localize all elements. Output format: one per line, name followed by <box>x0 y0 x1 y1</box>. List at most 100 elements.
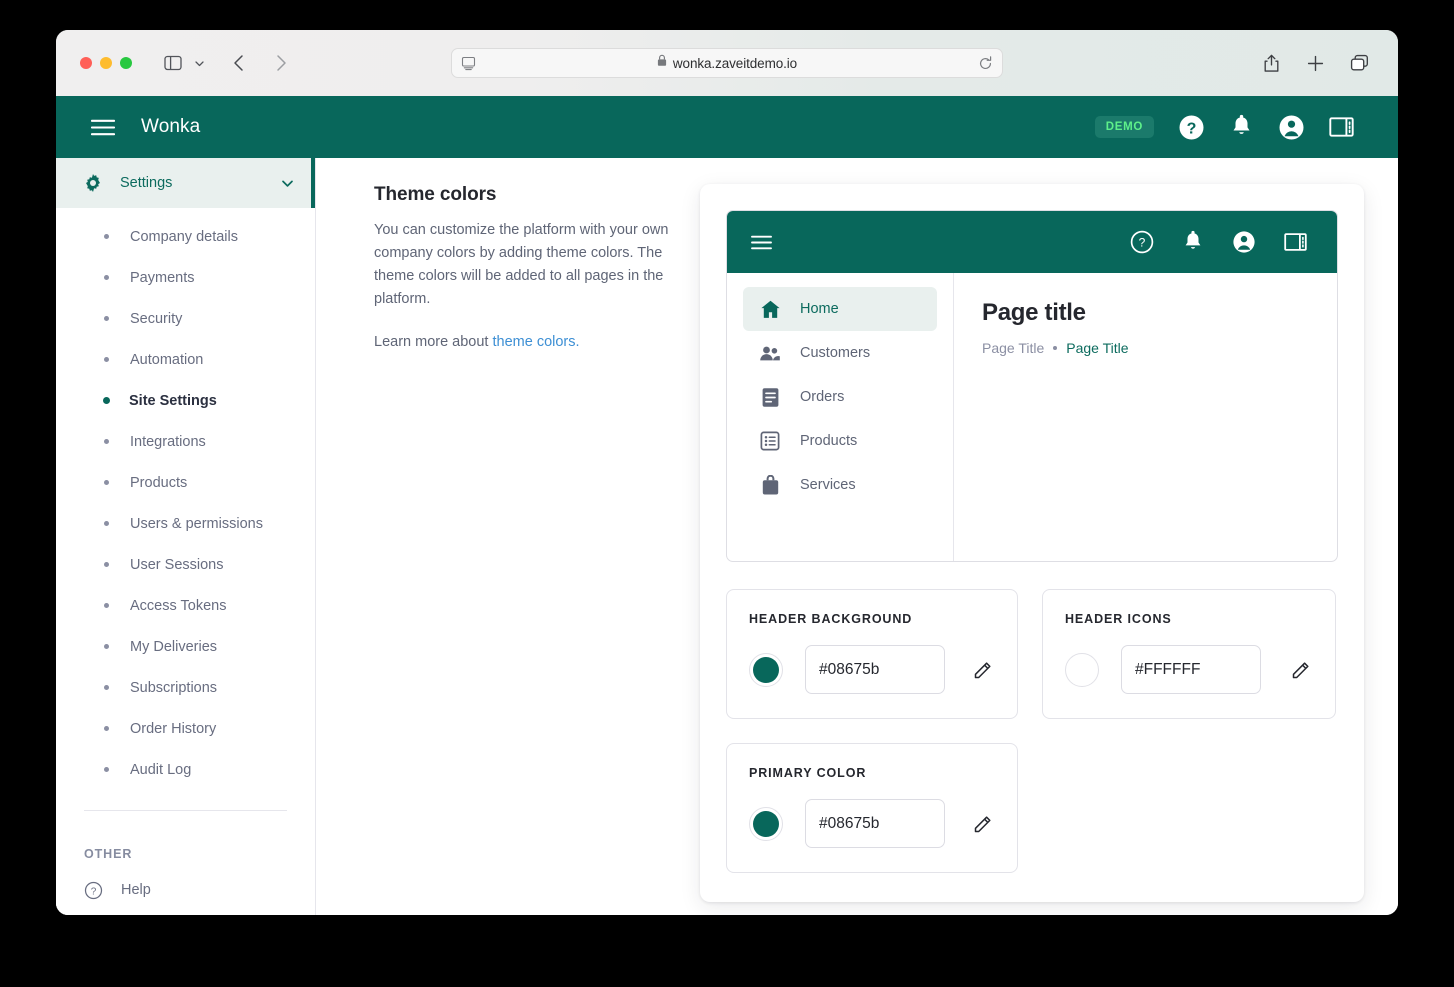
hex-value-input[interactable] <box>805 799 945 848</box>
sidebar-item-users-permissions[interactable]: Users & permissions <box>56 503 315 544</box>
sidebar-dropdown-chevron-down-icon[interactable] <box>190 48 208 78</box>
maximize-window-button[interactable] <box>120 57 132 69</box>
sidebar: Settings Company details Payments Security… <box>56 158 316 915</box>
sidebar-item-label: Order History <box>130 720 217 737</box>
side-panel-icon[interactable] <box>1284 232 1307 252</box>
main-content: Theme colors You can customize the platf… <box>316 158 1398 915</box>
close-window-button[interactable] <box>80 57 92 69</box>
account-circle-icon[interactable] <box>1278 114 1305 141</box>
sidebar-item-automation[interactable]: Automation <box>56 339 315 380</box>
sidebar-item-subscriptions[interactable]: Subscriptions <box>56 667 315 708</box>
sidebar-item-integrations[interactable]: Integrations <box>56 421 315 462</box>
briefcase-icon <box>759 474 781 496</box>
svg-text:?: ? <box>91 886 97 897</box>
bullet-icon <box>104 357 109 362</box>
breadcrumb-parent[interactable]: Page Title <box>982 340 1044 356</box>
preview-body: Home Customers Orders Products Services Page… <box>727 273 1337 561</box>
bullet-icon <box>104 234 109 239</box>
sidebar-item-user-sessions[interactable]: User Sessions <box>56 544 315 585</box>
help-circle-icon[interactable]: ? <box>1178 114 1205 141</box>
hamburger-menu-icon[interactable] <box>751 235 772 250</box>
color-card-row <box>749 799 995 848</box>
color-swatch-fill <box>753 810 779 837</box>
sidebar-item-payments[interactable]: Payments <box>56 257 315 298</box>
sidebar-item-label: My Deliveries <box>130 638 218 655</box>
sidebar-item-company-details[interactable]: Company details <box>56 216 315 257</box>
theme-colors-link[interactable]: theme colors. <box>493 334 580 350</box>
color-swatch[interactable] <box>1065 652 1099 687</box>
traffic-lights <box>80 57 132 69</box>
lock-icon <box>657 54 667 72</box>
color-swatch[interactable] <box>749 652 783 687</box>
forward-arrow-icon[interactable] <box>266 48 296 78</box>
sidebar-item-label: Security <box>130 310 183 327</box>
app-brand-title: Wonka <box>141 116 201 137</box>
sidebar-item-access-tokens[interactable]: Access Tokens <box>56 585 315 626</box>
browser-window: wonka.zaveitdemo.io Wonka DEMO ? Setting… <box>56 30 1398 915</box>
preview-nav-item-orders[interactable]: Orders <box>743 375 937 419</box>
learn-more-line: Learn more about theme colors. <box>374 334 674 350</box>
theme-preview-mock: ? Home Customers Orders Products Service… <box>726 210 1338 562</box>
sidebar-item-audit-log[interactable]: Audit Log <box>56 749 315 790</box>
tabs-overview-icon[interactable] <box>1344 48 1374 78</box>
pencil-icon[interactable] <box>1289 660 1313 680</box>
plus-icon[interactable] <box>1300 48 1330 78</box>
color-card-row <box>749 645 995 694</box>
color-card-row <box>1065 645 1313 694</box>
minimize-window-button[interactable] <box>100 57 112 69</box>
color-cards-grid: HEADER BACKGROUND HEADER ICONS PRIMARY COL… <box>726 589 1338 873</box>
color-card-primary-color: PRIMARY COLOR <box>726 743 1018 873</box>
sidebar-item-label: Automation <box>130 351 204 368</box>
color-card-header-icons: HEADER ICONS <box>1042 589 1336 719</box>
bell-icon[interactable] <box>1229 114 1254 140</box>
help-circle-outline-icon: ? <box>84 881 103 900</box>
home-icon <box>759 299 781 320</box>
sidebar-item-security[interactable]: Security <box>56 298 315 339</box>
sidebar-item-help[interactable]: ? Help <box>56 867 315 913</box>
sidebar-item-products[interactable]: Products <box>56 462 315 503</box>
address-bar-container: wonka.zaveitdemo.io <box>451 48 1003 78</box>
share-icon[interactable] <box>1256 48 1286 78</box>
sidebar-group-settings[interactable]: Settings <box>56 158 315 208</box>
sidebar-item-site-settings[interactable]: Site Settings <box>56 380 315 421</box>
bullet-icon <box>104 767 109 772</box>
sidebar-item-label: Products <box>130 474 188 491</box>
sidebar-item-label: Users & permissions <box>130 515 263 532</box>
reload-icon[interactable] <box>978 55 993 71</box>
color-card-title: HEADER BACKGROUND <box>749 612 913 626</box>
hex-value-input[interactable] <box>805 645 945 694</box>
back-arrow-icon[interactable] <box>224 48 254 78</box>
sidebar-item-order-history[interactable]: Order History <box>56 708 315 749</box>
help-circle-outline-icon[interactable]: ? <box>1130 230 1154 254</box>
sidebar-toggle-icon[interactable] <box>158 48 188 78</box>
hex-value-input[interactable] <box>1121 645 1261 694</box>
preview-nav-item-home[interactable]: Home <box>743 287 937 331</box>
preview-nav-item-services[interactable]: Services <box>743 463 937 507</box>
bullet-icon <box>104 521 109 526</box>
sidebar-item-label: Access Tokens <box>130 597 227 614</box>
address-bar[interactable]: wonka.zaveitdemo.io <box>451 48 1003 78</box>
account-circle-icon[interactable] <box>1232 230 1256 254</box>
description-body: You can customize the platform with your… <box>374 222 669 307</box>
pencil-icon[interactable] <box>971 814 995 834</box>
chevron-down-icon[interactable] <box>280 176 295 191</box>
preview-nav-item-products[interactable]: Products <box>743 419 937 463</box>
breadcrumb-current[interactable]: Page Title <box>1066 340 1128 356</box>
color-swatch-fill <box>1069 656 1095 683</box>
pencil-icon[interactable] <box>971 660 995 680</box>
preview-header: ? <box>727 211 1337 273</box>
description-column: Theme colors You can customize the platf… <box>374 184 674 915</box>
sidebar-item-label: Subscriptions <box>130 679 218 696</box>
reader-view-icon[interactable] <box>461 56 476 71</box>
side-panel-icon[interactable] <box>1329 116 1354 138</box>
preview-nav-item-customers[interactable]: Customers <box>743 331 937 375</box>
hamburger-menu-icon[interactable] <box>84 108 122 146</box>
bullet-icon <box>103 397 110 404</box>
browser-toolbar: wonka.zaveitdemo.io <box>56 30 1398 96</box>
bell-icon[interactable] <box>1182 230 1204 254</box>
sidebar-item-my-deliveries[interactable]: My Deliveries <box>56 626 315 667</box>
page-title: Theme colors <box>374 184 497 205</box>
bullet-icon <box>104 562 109 567</box>
sidebar-section-other-title: OTHER <box>84 847 133 861</box>
color-swatch[interactable] <box>749 806 783 841</box>
